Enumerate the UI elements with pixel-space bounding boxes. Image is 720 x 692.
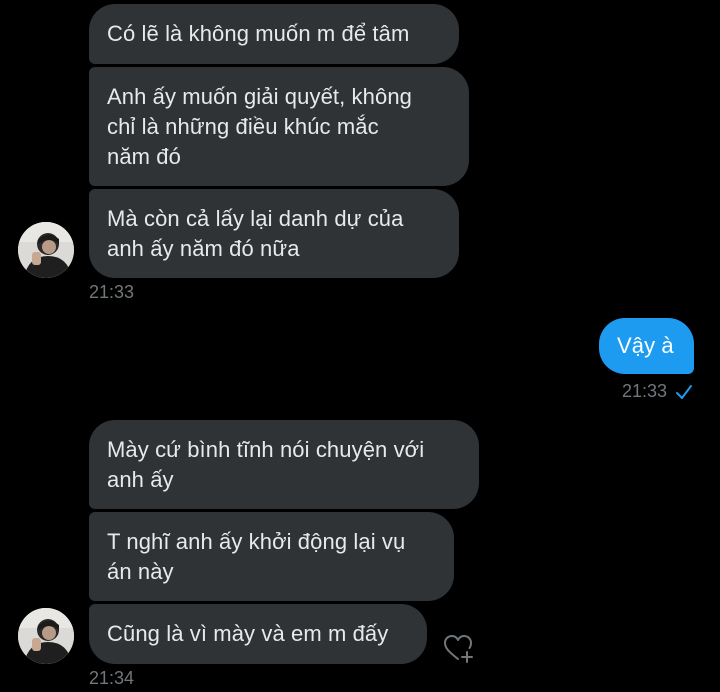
timestamp: 21:33 [622,381,668,401]
message-bubble-incoming[interactable]: Mày cứ bình tĩnh nói chuyện với anh ấy [89,420,479,509]
check-icon [676,385,692,399]
message-bubble-incoming[interactable]: Cũng là vì mày và em m đấy [89,604,427,664]
message-bubble-incoming[interactable]: T nghĩ anh ấy khởi động lại vụ án này [89,512,454,601]
avatar-image [18,608,74,664]
avatar-image [18,222,74,278]
avatar[interactable] [18,608,74,664]
message-bubble-incoming[interactable]: Có lẽ là không muốn m để tâm [89,4,459,64]
message-bubble-incoming[interactable]: Anh ấy muốn giải quyết, không chỉ là nhữ… [89,67,469,186]
message-bubble-incoming[interactable]: Mà còn cả lấy lại danh dự của anh ấy năm… [89,189,459,278]
heart-plus-icon[interactable] [443,634,477,664]
avatar[interactable] [18,222,74,278]
message-bubble-outgoing[interactable]: Vậy à [599,318,694,374]
timestamp: 21:34 [89,668,135,688]
timestamp: 21:33 [89,282,135,302]
